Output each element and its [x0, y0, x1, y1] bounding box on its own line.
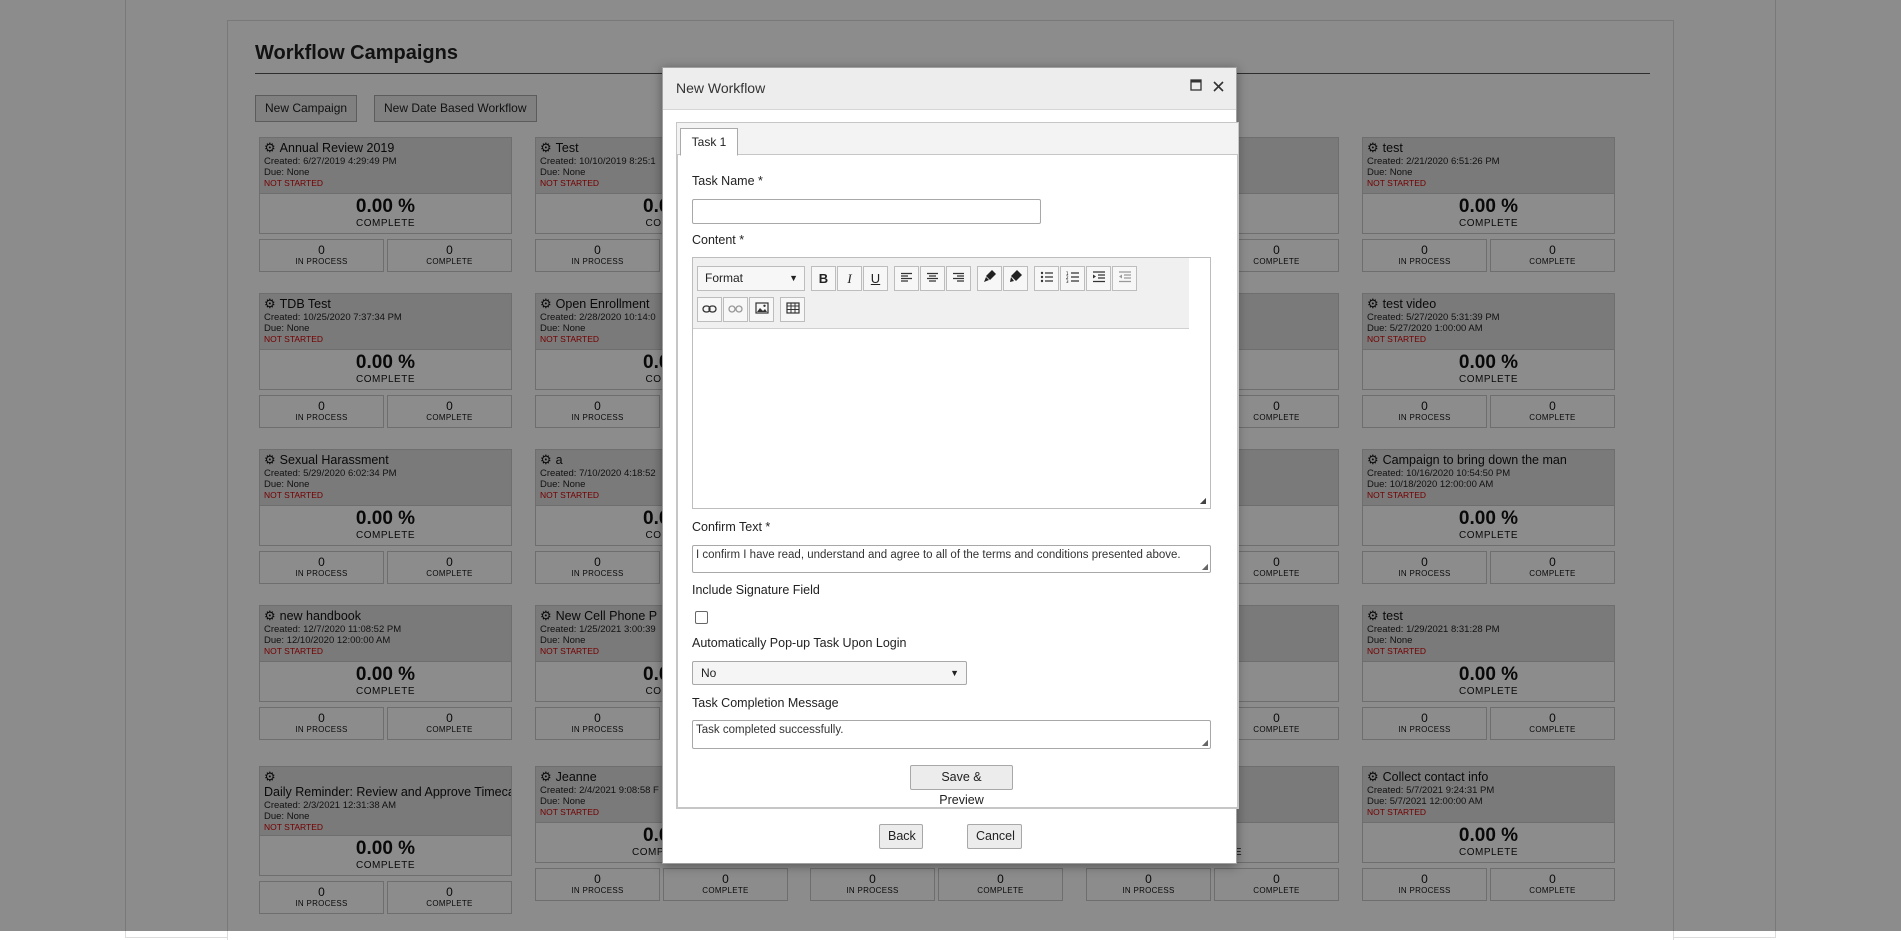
back-button[interactable]: Back — [879, 824, 923, 849]
underline-icon[interactable]: U — [863, 266, 888, 291]
content-editor: Format ▼ B I U 123 ◢ — [692, 257, 1211, 509]
eraser-icon[interactable] — [1003, 266, 1028, 291]
chevron-down-icon: ▼ — [789, 273, 798, 283]
bullet-list-icon[interactable] — [1034, 266, 1059, 291]
italic-icon[interactable]: I — [837, 266, 862, 291]
tab-task-1[interactable]: Task 1 — [680, 128, 738, 156]
task-name-label: Task Name * — [692, 174, 763, 188]
completion-message-input[interactable]: Task completed successfully. ◢ — [692, 720, 1211, 749]
table-icon[interactable] — [780, 297, 805, 322]
tab-strip: Task 1 — [677, 123, 1238, 156]
format-label: Format — [705, 271, 744, 285]
outdent-icon[interactable] — [1112, 266, 1137, 291]
signature-checkbox[interactable] — [695, 611, 708, 624]
format-dropdown[interactable]: Format ▼ — [697, 266, 805, 291]
unlink-icon[interactable] — [723, 297, 748, 322]
link-icon[interactable] — [697, 297, 722, 322]
resize-handle-icon[interactable]: ◢ — [1200, 496, 1206, 505]
completion-message-value: Task completed successfully. — [696, 724, 844, 736]
content-label: Content * — [692, 233, 745, 247]
brush-icon[interactable] — [977, 266, 1002, 291]
editor-body[interactable] — [693, 329, 1210, 508]
auto-popup-label: Automatically Pop-up Task Upon Login — [692, 636, 907, 650]
save-preview-button[interactable]: Save & Preview — [910, 765, 1013, 807]
task-name-input[interactable] — [692, 199, 1041, 224]
dialog-titlebar: New Workflow — [663, 68, 1236, 110]
svg-text:3: 3 — [1066, 279, 1069, 283]
resize-handle-icon[interactable]: ◢ — [1202, 738, 1208, 747]
indent-icon[interactable] — [1086, 266, 1111, 291]
auto-popup-value: No — [701, 666, 717, 680]
chevron-down-icon: ▼ — [950, 668, 959, 678]
signature-field-label: Include Signature Field — [692, 583, 820, 597]
bold-icon[interactable]: B — [811, 266, 836, 291]
completion-message-label: Task Completion Message — [692, 696, 839, 710]
cancel-button[interactable]: Cancel — [967, 824, 1022, 849]
resize-handle-icon[interactable]: ◢ — [1202, 562, 1208, 571]
confirm-text-input[interactable]: I confirm I have read, understand and ag… — [692, 545, 1211, 573]
align-left-icon[interactable] — [894, 266, 919, 291]
numbered-list-icon[interactable]: 123 — [1060, 266, 1085, 291]
auto-popup-select[interactable]: No ▼ — [692, 661, 967, 685]
dialog-title: New Workflow — [676, 80, 766, 96]
confirm-text-label: Confirm Text * — [692, 520, 771, 534]
editor-toolbar: Format ▼ B I U 123 — [693, 258, 1189, 329]
align-right-icon[interactable] — [946, 266, 971, 291]
maximize-icon[interactable] — [1188, 79, 1204, 95]
align-center-icon[interactable] — [920, 266, 945, 291]
confirm-text-value: I confirm I have read, understand and ag… — [696, 549, 1181, 561]
image-icon[interactable] — [749, 297, 774, 322]
close-icon[interactable] — [1210, 78, 1226, 96]
